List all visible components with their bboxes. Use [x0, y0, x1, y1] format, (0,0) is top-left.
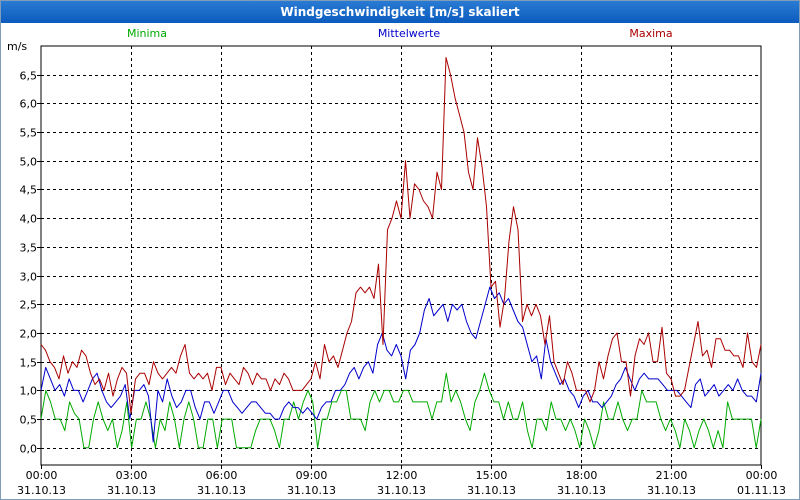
y-tick-label: 3,0	[20, 271, 38, 284]
x-tick-date-label: 31.10.13	[287, 484, 336, 497]
y-tick-label: 5,5	[20, 127, 38, 140]
y-tick-label: 1,0	[20, 385, 38, 398]
x-tick-time-label: 15:00	[476, 469, 508, 482]
x-tick-date-label: 01.11.13	[737, 484, 786, 497]
legend-maxima: Maxima	[629, 27, 672, 40]
x-tick-date-label: 31.10.13	[557, 484, 606, 497]
y-tick-label: 5,0	[20, 156, 38, 169]
y-tick-label: 1,5	[20, 357, 38, 370]
y-axis-unit-label: m/s	[7, 40, 27, 53]
y-tick-label: 0,0	[20, 443, 38, 456]
x-tick-date-label: 31.10.13	[107, 484, 156, 497]
axis-layer: m/s 0,0 0,5 1,0 1,5 2,0 2,5 3,0 3,5 4,0 4,5 5,0 5,5…	[7, 40, 786, 497]
x-tick-time-label: 18:00	[566, 469, 598, 482]
x-tick-date-label: 31.10.13	[17, 484, 66, 497]
legend: Minima Mittelwerte Maxima	[127, 27, 673, 40]
x-tick-date-label: 31.10.13	[377, 484, 426, 497]
x-tick-date-label: 31.10.13	[647, 484, 696, 497]
wind-speed-chart: m/s 0,0 0,5 1,0 1,5 2,0 2,5 3,0 3,5 4,0 4,5 5,0 5,5…	[7, 27, 786, 497]
x-tick-time-label: 09:00	[296, 469, 328, 482]
x-tick-time-label: 00:00	[746, 469, 778, 482]
legend-minima: Minima	[127, 27, 167, 40]
y-tick-label: 6,0	[20, 98, 38, 111]
window-title: Windgeschwindigkeit [m/s] skaliert	[1, 1, 799, 23]
chart-window: Windgeschwindigkeit [m/s] skaliert m/s 0…	[0, 0, 800, 500]
legend-mittelwerte: Mittelwerte	[378, 27, 441, 40]
y-tick-label: 0,5	[20, 414, 38, 427]
y-tick-label: 4,5	[20, 184, 38, 197]
x-tick-time-label: 21:00	[656, 469, 688, 482]
x-tick-time-label: 12:00	[386, 469, 418, 482]
x-tick-time-label: 00:00	[26, 469, 58, 482]
y-tick-label: 6,5	[20, 70, 38, 83]
x-tick-date-label: 31.10.13	[467, 484, 516, 497]
y-tick-label: 4,0	[20, 213, 38, 226]
x-tick-time-label: 03:00	[116, 469, 148, 482]
y-tick-label: 3,5	[20, 242, 38, 255]
x-tick-date-label: 31.10.13	[197, 484, 246, 497]
y-tick-label: 2,5	[20, 299, 38, 312]
x-tick-time-label: 06:00	[206, 469, 238, 482]
y-tick-label: 2,0	[20, 328, 38, 341]
